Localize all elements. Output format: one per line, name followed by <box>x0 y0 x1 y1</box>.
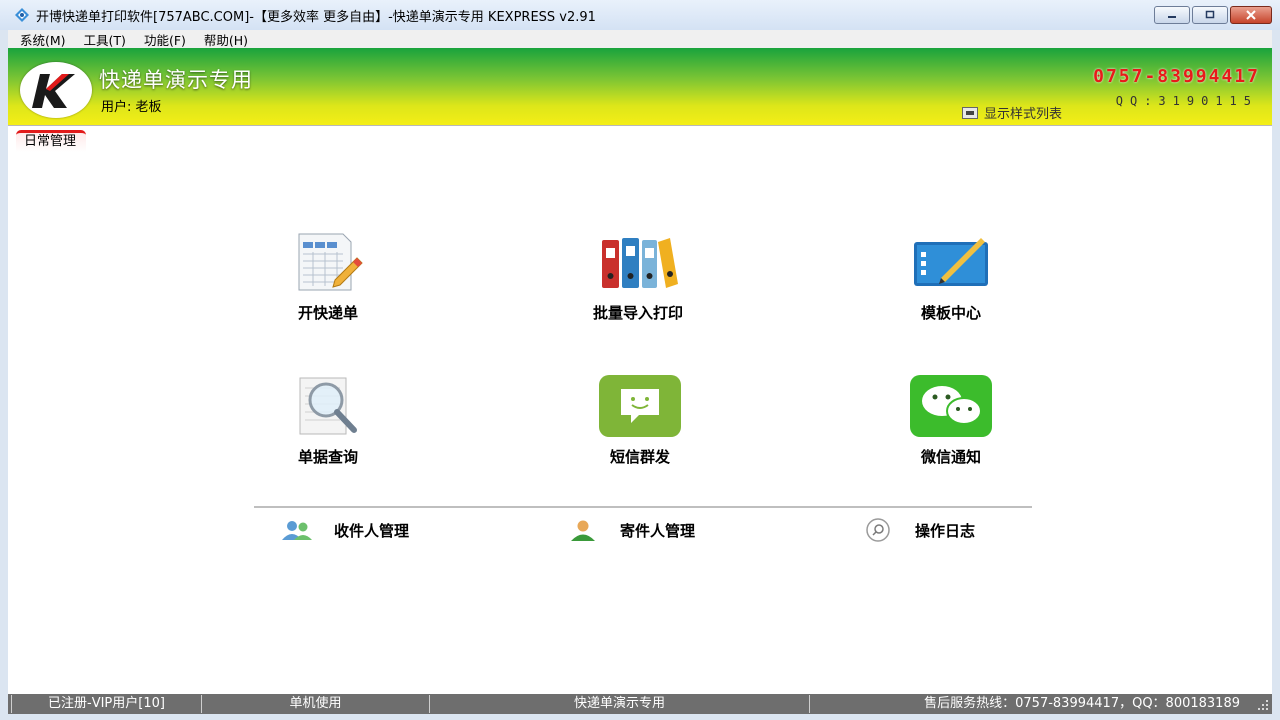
tile-label: 开快递单 <box>297 304 358 322</box>
recipients-icon <box>280 518 314 542</box>
tile-sms-broadcast[interactable]: 短信群发 <box>550 370 730 467</box>
magnifier-icon <box>287 370 369 442</box>
close-button[interactable] <box>1230 6 1272 24</box>
status-registration: 已注册-VIP用户[10] <box>12 695 202 713</box>
express-form-icon <box>287 226 369 298</box>
brand-logo <box>20 62 92 118</box>
status-bar: 已注册-VIP用户[10] 单机使用 快递单演示专用 售后服务热线：0757-8… <box>8 694 1272 714</box>
wechat-icon <box>910 370 992 442</box>
style-toggle-label: 显示样式列表 <box>983 107 1062 122</box>
qq-number: QQ:3190115 <box>1115 94 1258 108</box>
list-style-icon <box>961 106 978 119</box>
search-log-icon <box>861 518 895 542</box>
status-profile: 快递单演示专用 <box>430 695 810 713</box>
section-divider <box>254 506 1032 508</box>
tile-wechat-notify[interactable]: 微信通知 <box>861 370 1041 467</box>
tile-label: 批量导入打印 <box>592 304 683 322</box>
style-list-toggle[interactable]: 显示样式列表 <box>961 103 1062 122</box>
menu-functions[interactable]: 功能(F) <box>144 30 186 49</box>
tile-waybill-query[interactable]: 单据查询 <box>238 370 418 467</box>
tile-label: 单据查询 <box>297 448 358 466</box>
template-icon <box>910 226 992 298</box>
app-icon <box>14 7 30 23</box>
maximize-button[interactable] <box>1192 6 1228 24</box>
tile-batch-import-print[interactable]: 批量导入打印 <box>548 226 728 323</box>
restore-icon <box>1205 10 1215 19</box>
status-mode: 单机使用 <box>202 695 430 713</box>
current-user: 用户: 老板 <box>101 100 162 115</box>
menu-system[interactable]: 系统(M) <box>20 30 66 49</box>
sms-icon <box>599 370 681 442</box>
hotline-number: 0757-83994417 <box>1093 66 1260 87</box>
sender-icon <box>566 518 600 542</box>
menu-bar: 系统(M) 工具(T) 功能(F) 帮助(H) <box>8 30 1272 48</box>
link-label: 收件人管理 <box>334 521 410 540</box>
tab-daily-management[interactable]: 日常管理 <box>16 130 87 152</box>
minimize-icon <box>1168 16 1176 18</box>
main-content: 日常管理 开快递单 批量导入打印 模板中心 单据查询 短信群发 微信通知 收件人… <box>8 126 1272 694</box>
link-recipient-management[interactable]: 收件人管理 <box>280 518 409 542</box>
link-label: 操作日志 <box>915 521 976 540</box>
close-icon <box>1246 10 1256 20</box>
window-title: 开博快递单打印软件[757ABC.COM]-【更多效率 更多自由】-快递单演示专… <box>36 9 596 25</box>
tile-template-center[interactable]: 模板中心 <box>861 226 1041 323</box>
header-banner: 快递单演示专用 用户: 老板 0757-83994417 QQ:3190115 … <box>8 48 1272 126</box>
menu-help[interactable]: 帮助(H) <box>204 30 248 49</box>
link-label: 寄件人管理 <box>620 521 696 540</box>
link-operation-log[interactable]: 操作日志 <box>861 518 975 542</box>
tile-label: 微信通知 <box>920 448 981 466</box>
minimize-button[interactable] <box>1154 6 1190 24</box>
tile-create-waybill[interactable]: 开快递单 <box>238 226 418 323</box>
menu-tools[interactable]: 工具(T) <box>84 30 126 49</box>
tile-label: 模板中心 <box>920 304 981 322</box>
title-bar: 开博快递单打印软件[757ABC.COM]-【更多效率 更多自由】-快递单演示专… <box>0 0 1280 30</box>
link-sender-management[interactable]: 寄件人管理 <box>566 518 695 542</box>
brand-title: 快递单演示专用 <box>99 68 253 92</box>
resize-grip-icon[interactable] <box>1256 698 1270 712</box>
binders-icon <box>597 226 679 298</box>
status-service-hotline: 售后服务热线：0757-83994417，QQ：800183189 <box>924 696 1240 711</box>
tile-label: 短信群发 <box>609 448 670 466</box>
